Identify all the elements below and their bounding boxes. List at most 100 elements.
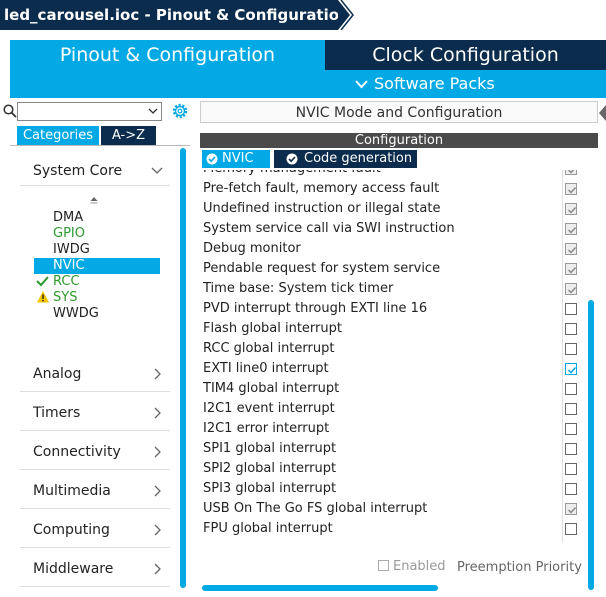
- table-row[interactable]: Debug monitor: [200, 239, 586, 259]
- item-label: GPIO: [53, 226, 85, 241]
- gear-icon[interactable]: [171, 102, 189, 120]
- enabled-checkbox[interactable]: [565, 463, 577, 475]
- table-row[interactable]: TIM4 global interrupt: [200, 379, 586, 399]
- category-timers[interactable]: Timers: [33, 405, 163, 421]
- system-core-item-wwdg[interactable]: WWDG: [34, 306, 160, 322]
- table-row[interactable]: RCC global interrupt: [200, 339, 586, 359]
- software-packs-label: Software Packs: [374, 74, 495, 93]
- system-core-item-dma[interactable]: DMA: [34, 210, 160, 226]
- category-multimedia[interactable]: Multimedia: [33, 483, 163, 499]
- checkmark-icon: [567, 246, 577, 254]
- breadcrumb-title[interactable]: led_carousel.ioc - Pinout & Configuratio…: [0, 0, 350, 30]
- interrupt-label: System service call via SWI instruction: [203, 221, 455, 236]
- tab-clock-configuration[interactable]: Clock Configuration: [325, 40, 606, 70]
- software-packs-menu[interactable]: Software Packs: [10, 70, 606, 98]
- tab-pinout-configuration[interactable]: Pinout & Configuration: [10, 40, 325, 70]
- category-analog[interactable]: Analog: [33, 366, 163, 382]
- interrupt-label: I2C1 event interrupt: [203, 401, 335, 416]
- interrupt-label: Time base: System tick timer: [203, 281, 394, 296]
- tab-a-to-z[interactable]: A->Z: [101, 126, 156, 145]
- enabled-checkbox[interactable]: [565, 443, 577, 455]
- system-core-item-rcc[interactable]: RCC: [34, 274, 160, 290]
- divider: [20, 586, 170, 587]
- enabled-checkbox[interactable]: [565, 343, 577, 355]
- enabled-checkbox[interactable]: [565, 283, 577, 295]
- interrupt-label: SPI3 global interrupt: [203, 481, 337, 496]
- category-system-core[interactable]: System Core: [33, 163, 163, 179]
- divider: [20, 430, 170, 431]
- table-row[interactable]: EXTI line0 interrupt: [200, 359, 586, 379]
- table-row[interactable]: Pre-fetch fault, memory access fault: [200, 179, 586, 199]
- enabled-checkbox[interactable]: [565, 423, 577, 435]
- enabled-checkbox[interactable]: [565, 323, 577, 335]
- sort-icon[interactable]: [89, 196, 99, 208]
- table-row[interactable]: PVD interrupt through EXTI line 16: [200, 299, 586, 319]
- chevron-right-icon: [151, 483, 163, 503]
- chevron-right-icon: [151, 366, 163, 386]
- category-computing[interactable]: Computing: [33, 522, 163, 538]
- right-scrollbar[interactable]: [588, 300, 594, 590]
- category-connectivity[interactable]: Connectivity: [33, 444, 163, 460]
- interrupt-label: PVD interrupt through EXTI line 16: [203, 301, 428, 316]
- category-label: Multimedia: [33, 483, 111, 499]
- breadcrumb-bar: led_carousel.ioc - Pinout & Configuratio…: [0, 0, 606, 30]
- enabled-checkbox[interactable]: [565, 383, 577, 395]
- subtab-label: Code generation: [304, 151, 413, 166]
- search-input[interactable]: [18, 105, 143, 123]
- enabled-checkbox[interactable]: [565, 183, 577, 195]
- collapse-arrow-icon[interactable]: [598, 101, 606, 125]
- category-middleware[interactable]: Middleware: [33, 561, 163, 577]
- table-row[interactable]: I2C1 error interrupt: [200, 419, 586, 439]
- system-core-item-gpio[interactable]: GPIO: [34, 226, 160, 242]
- item-label: IWDG: [53, 242, 90, 257]
- table-row[interactable]: SPI2 global interrupt: [200, 459, 586, 479]
- left-scrollbar[interactable]: [180, 148, 186, 588]
- subtab-nvic[interactable]: NVIC: [202, 150, 270, 168]
- enabled-checkbox[interactable]: [565, 243, 577, 255]
- enabled-checkbox[interactable]: [565, 223, 577, 235]
- checkmark-icon: [567, 366, 577, 374]
- item-label: WWDG: [53, 306, 99, 321]
- enabled-checkbox[interactable]: [565, 263, 577, 275]
- interrupt-label: I2C1 error interrupt: [203, 421, 330, 436]
- enabled-checkbox[interactable]: [565, 303, 577, 315]
- table-row[interactable]: FPU global interrupt: [200, 519, 586, 539]
- table-row[interactable]: SPI3 global interrupt: [200, 479, 586, 499]
- enabled-checkbox[interactable]: [565, 523, 577, 535]
- panel-title: NVIC Mode and Configuration: [200, 101, 598, 123]
- table-row[interactable]: I2C1 event interrupt: [200, 399, 586, 419]
- table-row[interactable]: Undefined instruction or illegal state: [200, 199, 586, 219]
- table-row[interactable]: Memory management fault: [200, 170, 586, 179]
- subtab-code-generation[interactable]: Code generation: [274, 150, 417, 168]
- category-label: Connectivity: [33, 444, 121, 460]
- table-row[interactable]: Flash global interrupt: [200, 319, 586, 339]
- preemption-priority-label: Preemption Priority: [457, 560, 582, 575]
- system-core-item-nvic[interactable]: NVIC: [34, 258, 160, 274]
- system-core-item-sys[interactable]: SYS: [34, 290, 160, 306]
- divider: [20, 185, 170, 186]
- checkmark-icon: [567, 506, 577, 514]
- checkmark-icon: [567, 286, 577, 294]
- checkmark-icon: [567, 206, 577, 214]
- enabled-checkbox[interactable]: [565, 483, 577, 495]
- enabled-filter[interactable]: Enabled: [378, 559, 446, 574]
- enabled-checkbox[interactable]: [565, 170, 577, 175]
- category-label: Timers: [33, 405, 81, 421]
- dropdown-chevron-icon[interactable]: [148, 103, 158, 120]
- interrupt-label: TIM4 global interrupt: [203, 381, 340, 396]
- enabled-checkbox[interactable]: [378, 560, 389, 571]
- search-field[interactable]: [17, 102, 162, 123]
- table-row[interactable]: Time base: System tick timer: [200, 279, 586, 299]
- table-row[interactable]: USB On The Go FS global interrupt: [200, 499, 586, 519]
- enabled-checkbox[interactable]: [565, 403, 577, 415]
- system-core-item-iwdg[interactable]: IWDG: [34, 242, 160, 258]
- tab-categories[interactable]: Categories: [17, 126, 99, 145]
- interrupt-label: SPI2 global interrupt: [203, 461, 337, 476]
- enabled-checkbox[interactable]: [565, 203, 577, 215]
- enabled-checkbox[interactable]: [565, 363, 577, 375]
- table-row[interactable]: System service call via SWI instruction: [200, 219, 586, 239]
- table-row[interactable]: SPI1 global interrupt: [200, 439, 586, 459]
- enabled-checkbox[interactable]: [565, 503, 577, 515]
- horizontal-scrollbar[interactable]: [202, 585, 438, 591]
- table-row[interactable]: Pendable request for system service: [200, 259, 586, 279]
